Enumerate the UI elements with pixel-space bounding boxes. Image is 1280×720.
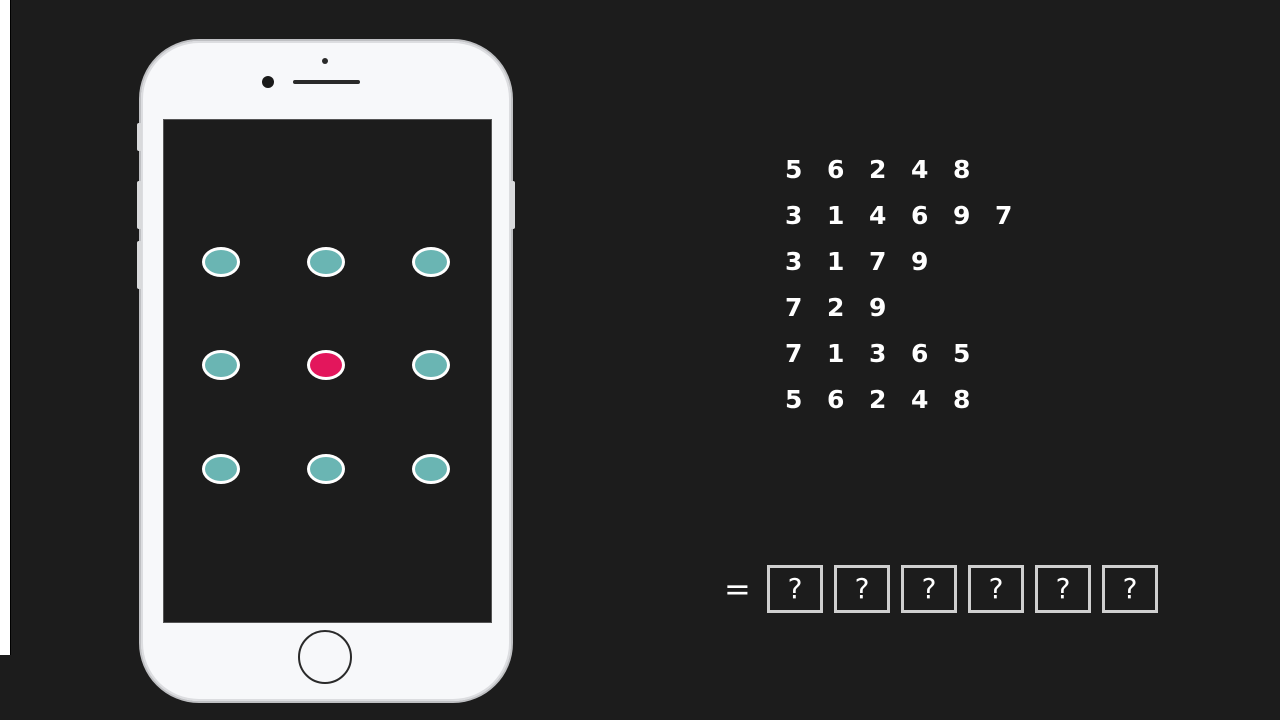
sequence-digit: 3	[785, 201, 803, 230]
answer-box-1[interactable]: ?	[767, 565, 823, 613]
sequence-digit: 5	[953, 339, 971, 368]
sequence-row: 5 6 2 4 8	[785, 380, 1037, 426]
front-camera-icon	[262, 76, 274, 88]
sequence-digit: 2	[869, 155, 887, 184]
answer-box-4[interactable]: ?	[968, 565, 1024, 613]
equals-sign: =	[724, 570, 751, 608]
sequence-digit: 3	[785, 247, 803, 276]
sequence-digit: 1	[827, 339, 845, 368]
sequence-digit: 4	[869, 201, 887, 230]
answer-box-6[interactable]: ?	[1102, 565, 1158, 613]
volume-up-button	[137, 181, 142, 229]
sequence-digit: 1	[827, 247, 845, 276]
sequence-row: 3 1 7 9	[785, 242, 1037, 288]
pattern-dot-5[interactable]	[307, 350, 345, 380]
sequence-row: 7 1 3 6 5	[785, 334, 1037, 380]
number-sequences: 5 6 2 4 8 3 1 4 6 9 7 3 1 7 9 7 2 9 7 1 …	[785, 150, 1037, 426]
sequence-digit: 5	[785, 155, 803, 184]
sequence-row: 7 2 9	[785, 288, 1037, 334]
sequence-digit: 6	[911, 201, 929, 230]
sequence-digit: 9	[953, 201, 971, 230]
home-button[interactable]	[298, 630, 352, 684]
sequence-digit: 7	[995, 201, 1013, 230]
sequence-digit: 7	[785, 339, 803, 368]
earpiece-speaker	[293, 80, 360, 84]
sequence-digit: 2	[827, 293, 845, 322]
sequence-row: 5 6 2 4 8	[785, 150, 1037, 196]
sequence-digit: 1	[827, 201, 845, 230]
sequence-digit: 9	[869, 293, 887, 322]
sequence-digit: 8	[953, 385, 971, 414]
pattern-dot-9[interactable]	[412, 454, 450, 484]
pattern-dot-2[interactable]	[307, 247, 345, 277]
pattern-dot-4[interactable]	[202, 350, 240, 380]
sequence-digit: 7	[869, 247, 887, 276]
pattern-dot-3[interactable]	[412, 247, 450, 277]
power-button	[510, 181, 515, 229]
pattern-dot-7[interactable]	[202, 454, 240, 484]
sequence-digit: 4	[911, 155, 929, 184]
answer-box-2[interactable]: ?	[834, 565, 890, 613]
phone	[137, 41, 515, 701]
silent-switch	[137, 123, 142, 151]
sequence-digit: 4	[911, 385, 929, 414]
sequence-digit: 3	[869, 339, 887, 368]
sequence-digit: 5	[785, 385, 803, 414]
sequence-digit: 7	[785, 293, 803, 322]
sequence-digit: 6	[827, 385, 845, 414]
sequence-digit: 9	[911, 247, 929, 276]
proximity-sensor	[322, 58, 328, 64]
answer-boxes: ? ? ? ? ? ?	[767, 565, 1158, 613]
left-edge-strip	[0, 0, 11, 655]
pattern-dot-6[interactable]	[412, 350, 450, 380]
sequence-digit: 6	[911, 339, 929, 368]
sequence-digit: 6	[827, 155, 845, 184]
answer-box-3[interactable]: ?	[901, 565, 957, 613]
sequence-row: 3 1 4 6 9 7	[785, 196, 1037, 242]
answer-box-5[interactable]: ?	[1035, 565, 1091, 613]
pattern-dot-8[interactable]	[307, 454, 345, 484]
phone-screen	[163, 119, 492, 623]
volume-down-button	[137, 241, 142, 289]
sequence-digit: 8	[953, 155, 971, 184]
sequence-digit: 2	[869, 385, 887, 414]
pattern-dot-1[interactable]	[202, 247, 240, 277]
